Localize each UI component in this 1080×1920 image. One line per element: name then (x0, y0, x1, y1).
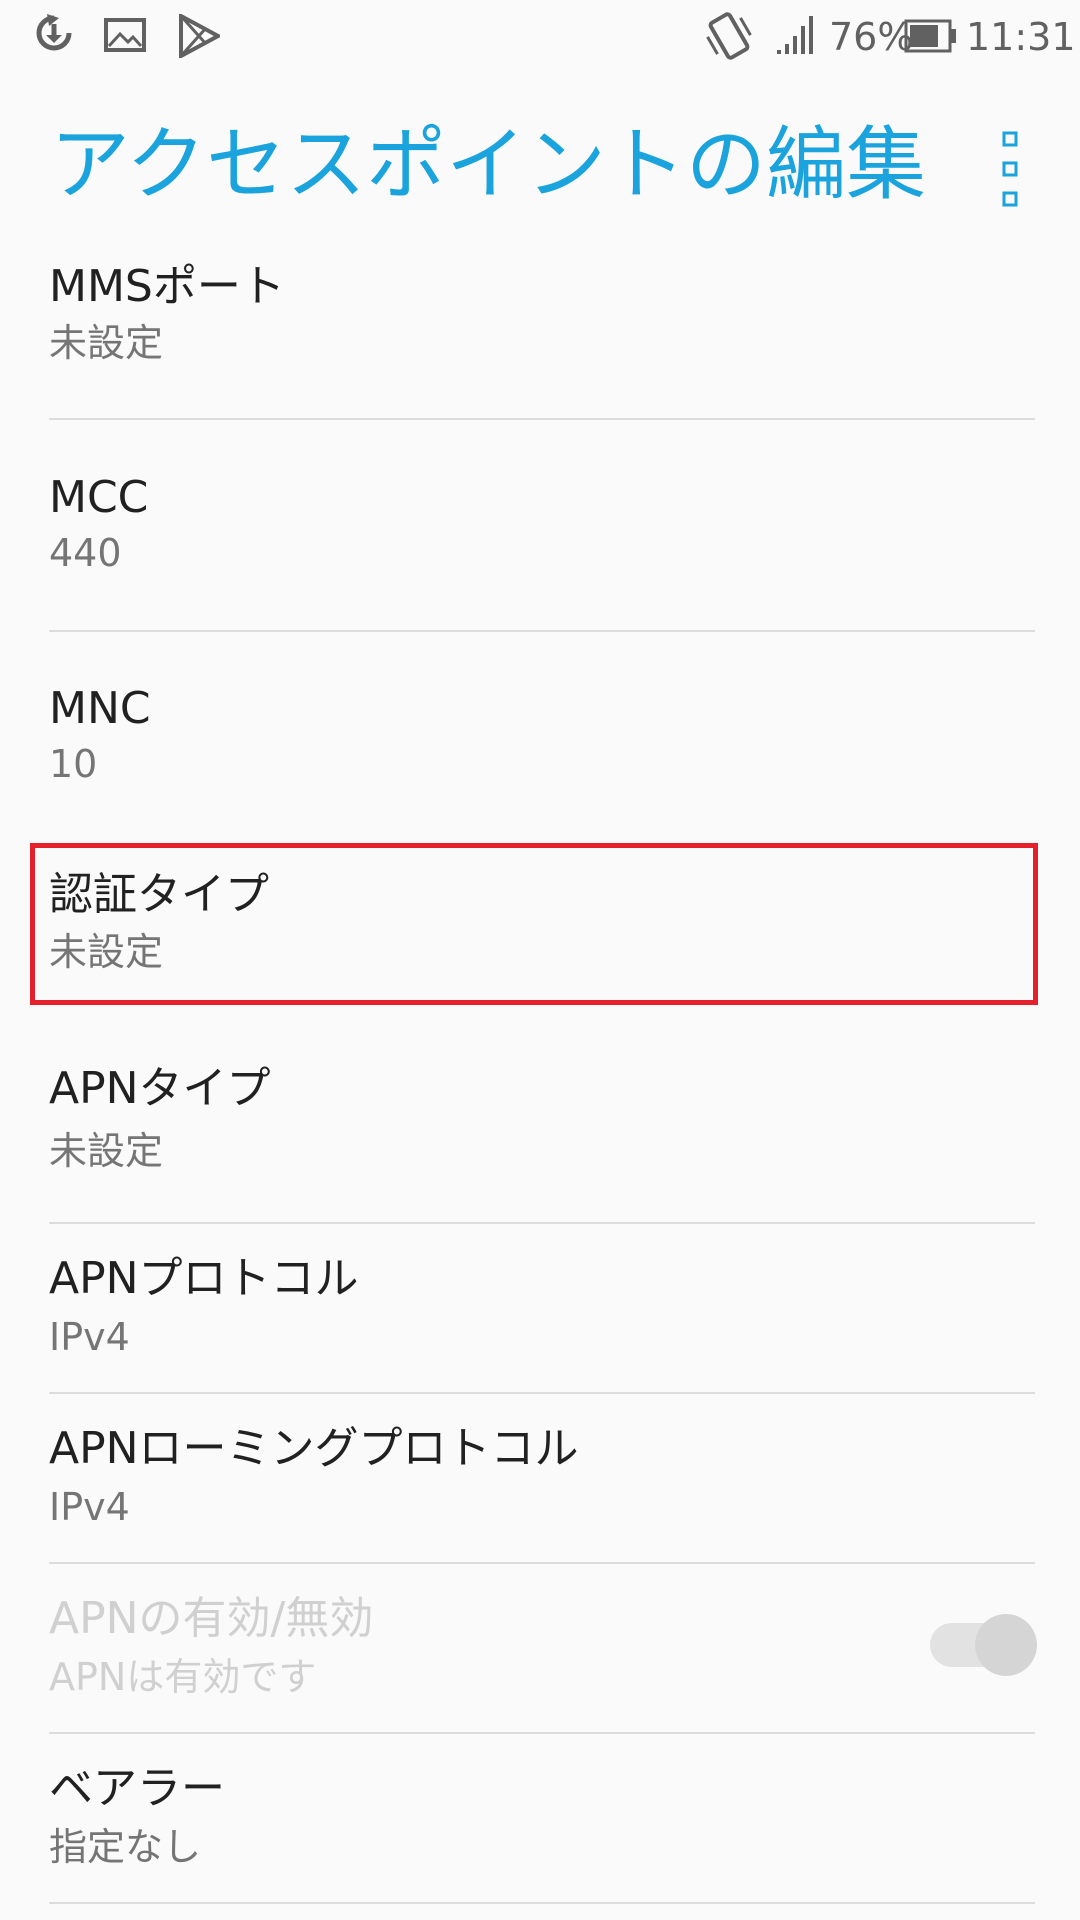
setting-summary: 10 (49, 742, 98, 786)
clock: 11:31 (966, 15, 1076, 59)
setting-title: APNプロトコル (49, 1253, 359, 1304)
highlight-box (30, 843, 1038, 1005)
setting-summary: 指定なし (49, 1825, 202, 1869)
app-bar: アクセスポイントの編集 (0, 75, 1080, 240)
play-store-icon (179, 14, 220, 58)
setting-summary: 未設定 (49, 321, 164, 365)
image-icon (104, 18, 146, 52)
setting-apn-roaming-protocol[interactable]: APNローミングプロトコル IPv4 (0, 1394, 1080, 1562)
vibrate-icon (706, 12, 752, 60)
setting-title: APNの有効/無効 (49, 1593, 374, 1644)
status-bar: 76% 11:31 (0, 0, 1080, 75)
setting-summary: IPv4 (49, 1315, 130, 1359)
setting-apn-type[interactable]: APNタイプ 未設定 (0, 1007, 1080, 1222)
apn-enable-toggle-thumb (975, 1614, 1037, 1676)
setting-summary: 440 (49, 531, 122, 575)
battery-percent: 76% (829, 15, 914, 59)
setting-title: APNローミングプロトコル (49, 1423, 579, 1474)
setting-apn-enable: APNの有効/無効 APNは有効です (0, 1564, 1080, 1732)
more-vert-icon[interactable] (990, 125, 1030, 215)
battery-icon (904, 19, 956, 53)
setting-mms-port[interactable]: MMSポート 未設定 (0, 240, 1080, 418)
setting-bearer[interactable]: ベアラー 指定なし (0, 1734, 1080, 1904)
sync-download-icon (36, 14, 72, 51)
setting-title: ベアラー (49, 1763, 225, 1814)
divider (49, 1902, 1035, 1904)
setting-mcc[interactable]: MCC 440 (0, 420, 1080, 630)
signal-icon (777, 16, 813, 54)
setting-title: MNC (49, 683, 151, 734)
setting-title: MMSポート (49, 261, 285, 312)
setting-summary: IPv4 (49, 1485, 130, 1529)
setting-mnc[interactable]: MNC 10 (0, 632, 1080, 842)
setting-title: APNタイプ (49, 1063, 271, 1114)
setting-summary: APNは有効です (49, 1655, 317, 1699)
setting-apn-protocol[interactable]: APNプロトコル IPv4 (0, 1224, 1080, 1392)
page-title: アクセスポイントの編集 (50, 118, 926, 211)
setting-title: MCC (49, 472, 149, 523)
setting-summary: 未設定 (49, 1129, 164, 1173)
